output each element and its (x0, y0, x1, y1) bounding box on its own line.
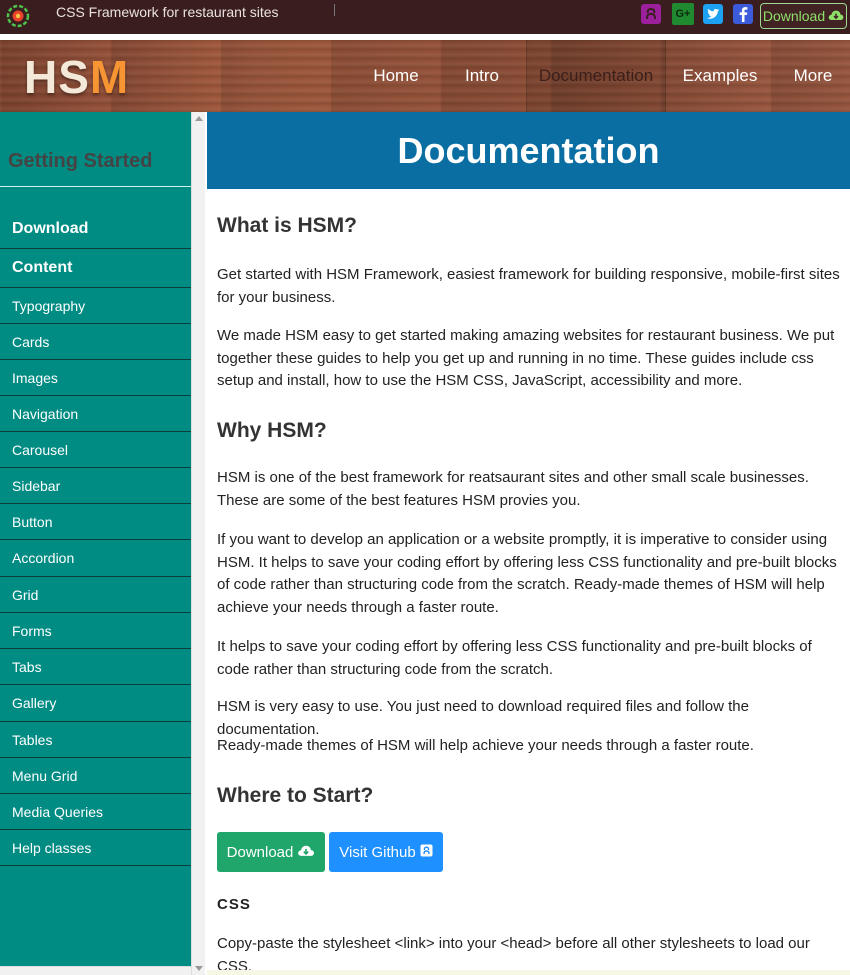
cloud-download-icon (297, 844, 315, 861)
heading-where-to-start: Where to Start? (217, 784, 374, 807)
sidebar-item-forms[interactable]: Forms (0, 613, 191, 649)
sidebar-item-accordion[interactable]: Accordion (0, 540, 191, 577)
paragraph-intro: Get started with HSM Framework, easiest … (217, 266, 840, 306)
download-button-label: Download (762, 8, 826, 24)
sidebar-item-carousel[interactable]: Carousel (0, 432, 191, 468)
facebook-icon[interactable] (732, 3, 754, 25)
scroll-up-icon[interactable] (195, 116, 203, 121)
cloud-download-icon (828, 8, 844, 24)
sidebar-item-grid[interactable]: Grid (0, 577, 191, 613)
text-cursor (334, 4, 335, 16)
nav-more[interactable]: More (778, 40, 848, 112)
sidebar-item-help-classes[interactable]: Help classes (0, 830, 191, 866)
visit-github-label: Visit Github (339, 843, 416, 861)
visit-github-button[interactable]: Visit Github (329, 832, 443, 872)
download-cta-button[interactable]: Download (217, 832, 325, 872)
sidebar-item-content[interactable]: Content (0, 249, 191, 288)
scroll-down-icon[interactable] (195, 966, 203, 971)
nav-home[interactable]: Home (356, 40, 436, 112)
brand-logo[interactable]: HSM (24, 50, 129, 104)
paragraph-develop-promptly: If you want to develop an application or… (217, 531, 837, 616)
sidebar-divider (0, 186, 191, 187)
brand-main-text: HS (24, 51, 90, 103)
sidebar-item-gallery[interactable]: Gallery (0, 685, 191, 722)
paragraph-css-setup: Copy-paste the stylesheet <link> into yo… (217, 935, 810, 975)
site-tagline: CSS Framework for restaurant sites (56, 4, 279, 20)
paragraph-guides: We made HSM easy to get started making a… (217, 327, 835, 389)
sidebar-item-media-queries[interactable]: Media Queries (0, 794, 191, 830)
sidebar-item-cards[interactable]: Cards (0, 324, 191, 360)
google-plus-label: G+ (675, 8, 691, 20)
nav-documentation[interactable]: Documentation (526, 40, 666, 112)
sidebar-item-typography[interactable]: Typography (0, 288, 191, 324)
sidebar-item-tabs[interactable]: Tabs (0, 649, 191, 685)
top-bar: CSS Framework for restaurant sites G+ Do… (0, 0, 850, 34)
download-cta-label: Download (226, 843, 294, 861)
logo-icon[interactable] (6, 4, 30, 28)
brand-accent-text: M (89, 51, 130, 103)
sidebar-item-button[interactable]: Button (0, 504, 191, 540)
nav-examples[interactable]: Examples (672, 40, 768, 112)
nav-intro[interactable]: Intro (446, 40, 518, 112)
sidebar-item-images[interactable]: Images (0, 360, 191, 396)
google-plus-icon[interactable]: G+ (672, 3, 694, 25)
sidebar-item-navigation[interactable]: Navigation (0, 396, 191, 432)
sidebar-horizontal-scrollbar[interactable] (0, 966, 191, 975)
twitter-icon[interactable] (702, 3, 724, 25)
github-icon (420, 844, 433, 861)
sidebar-item-sidebar[interactable]: Sidebar (0, 468, 191, 504)
sidebar-item-tables[interactable]: Tables (0, 722, 191, 758)
site-header: HSM Home Intro Documentation Examples Mo… (0, 40, 850, 112)
heading-css: CSS (217, 896, 251, 913)
heading-why-hsm: Why HSM? (217, 419, 327, 442)
paragraph-ready-made: Ready-made themes of HSM will help achie… (217, 737, 754, 754)
sidebar-item-menu-grid[interactable]: Menu Grid (0, 758, 191, 794)
code-block-edge (207, 970, 850, 975)
sidebar-scrollbar[interactable] (191, 112, 205, 975)
page-title: Documentation (207, 112, 850, 189)
sidebar-title: Getting Started (8, 150, 153, 172)
paragraph-save-effort: It helps to save your coding effort by o… (217, 638, 812, 678)
paragraph-best-framework: HSM is one of the best framework for rea… (217, 469, 809, 509)
heading-what-is-hsm: What is HSM? (217, 214, 357, 237)
github-icon[interactable] (640, 3, 662, 25)
sidebar-item-download[interactable]: Download (0, 210, 191, 249)
download-button[interactable]: Download (760, 3, 847, 29)
